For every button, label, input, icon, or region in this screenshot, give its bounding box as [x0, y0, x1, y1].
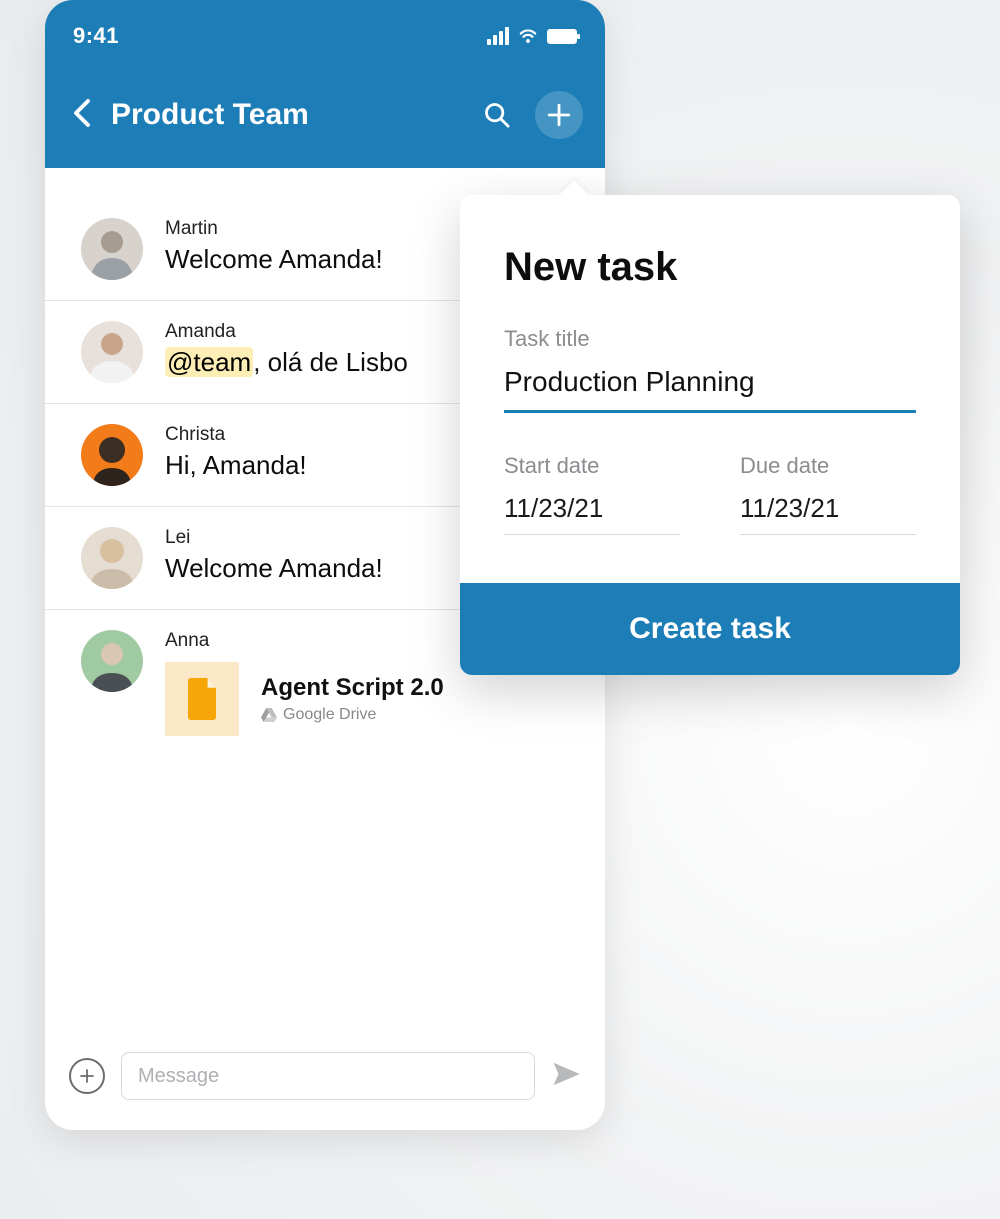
status-indicators [487, 23, 577, 49]
navbar: Product Team [45, 72, 605, 168]
avatar [81, 218, 143, 280]
start-date-input[interactable]: 11/23/21 [504, 493, 680, 535]
composer [45, 1030, 605, 1130]
due-date-input[interactable]: 11/23/21 [740, 493, 916, 535]
avatar [81, 424, 143, 486]
task-title-label: Task title [504, 326, 916, 352]
start-date-label: Start date [504, 453, 680, 479]
page-title: Product Team [111, 98, 459, 132]
avatar [81, 321, 143, 383]
back-button[interactable] [67, 98, 97, 133]
file-thumbnail [165, 662, 239, 736]
send-button[interactable] [551, 1059, 581, 1094]
status-bar: 9:41 [45, 0, 605, 72]
avatar [81, 527, 143, 589]
due-date-label: Due date [740, 453, 916, 479]
create-task-button[interactable]: Create task [460, 583, 960, 675]
attachment-source: Google Drive [261, 706, 444, 724]
wifi-icon [517, 23, 539, 49]
search-button[interactable] [473, 91, 521, 139]
attachment-name: Agent Script 2.0 [261, 674, 444, 702]
message-input[interactable] [121, 1052, 535, 1100]
signal-icon [487, 27, 509, 45]
mention-chip[interactable]: @team [165, 347, 253, 377]
battery-icon [547, 29, 577, 44]
task-title-input[interactable]: Production Planning [504, 366, 916, 413]
new-task-popover: New task Task title Production Planning … [460, 195, 960, 675]
google-drive-icon [261, 708, 277, 722]
clock: 9:41 [73, 23, 119, 49]
popover-heading: New task [504, 245, 916, 290]
avatar [81, 630, 143, 692]
composer-add-button[interactable] [69, 1058, 105, 1094]
add-button[interactable] [535, 91, 583, 139]
